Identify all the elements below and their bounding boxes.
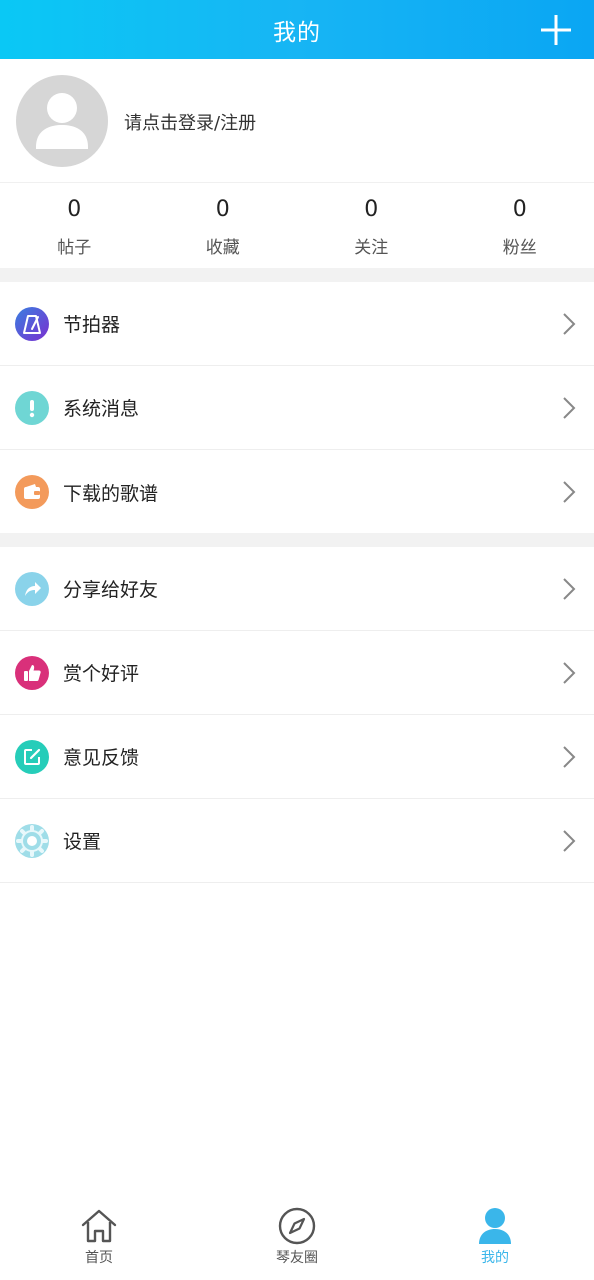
menu-item-system-messages[interactable]: 系统消息 [0, 366, 594, 450]
menu-item-rate[interactable]: 赏个好评 [0, 631, 594, 715]
menu-item-label: 下载的歌谱 [63, 482, 159, 505]
chevron-right-icon [563, 397, 576, 419]
menu-item-label: 意见反馈 [63, 747, 140, 769]
home-icon [81, 1209, 117, 1243]
stat-value: 0 [67, 197, 82, 222]
menu-item-label: 设置 [63, 831, 102, 853]
stat-value: 0 [512, 197, 527, 222]
tab-home[interactable]: 首页 [0, 1196, 198, 1280]
tab-label: 我的 [481, 1250, 509, 1266]
thumbs-up-icon [15, 655, 49, 690]
section-divider [0, 268, 594, 282]
tab-mine[interactable]: 我的 [396, 1196, 594, 1280]
profile-section[interactable]: 请点击登录/注册 [0, 59, 594, 183]
compass-icon [278, 1207, 316, 1245]
user-avatar-icon [36, 93, 88, 149]
stat-posts[interactable]: 0 帖子 [0, 183, 149, 268]
tab-circle[interactable]: 琴友圈 [198, 1196, 396, 1280]
tab-label: 首页 [85, 1250, 113, 1266]
plus-icon [541, 15, 571, 45]
stat-following[interactable]: 0 关注 [297, 183, 446, 268]
menu-item-label: 赏个好评 [63, 663, 140, 685]
stat-label: 帖子 [57, 238, 92, 258]
stat-value: 0 [215, 197, 230, 222]
metronome-icon [15, 306, 49, 341]
gear-icon [15, 823, 49, 858]
menu-item-settings[interactable]: 设置 [0, 799, 594, 883]
stat-fans[interactable]: 0 粉丝 [446, 183, 594, 268]
add-button[interactable] [538, 12, 574, 48]
tab-label: 琴友圈 [276, 1250, 318, 1266]
menu-item-label: 分享给好友 [63, 579, 159, 601]
top-bar: 我的 [0, 0, 594, 59]
chevron-right-icon [563, 313, 576, 335]
stat-label: 粉丝 [502, 238, 537, 258]
stat-value: 0 [364, 197, 379, 222]
wallet-icon [15, 475, 49, 509]
menu-item-label: 系统消息 [63, 398, 140, 420]
edit-icon [15, 739, 49, 774]
stats-row: 0 帖子 0 收藏 0 关注 0 粉丝 [0, 183, 594, 268]
menu-group-tools: 节拍器 系统消息 下载的歌谱 [0, 282, 594, 534]
chevron-right-icon [563, 481, 576, 503]
exclamation-icon [15, 390, 49, 425]
menu-item-label: 节拍器 [63, 314, 121, 336]
page-title: 我的 [273, 19, 321, 46]
menu-item-feedback[interactable]: 意见反馈 [0, 715, 594, 799]
user-icon [479, 1208, 511, 1244]
stat-favorites[interactable]: 0 收藏 [149, 183, 298, 268]
share-arrow-icon [15, 571, 49, 606]
avatar[interactable] [16, 75, 108, 167]
menu-item-metronome[interactable]: 节拍器 [0, 282, 594, 366]
menu-item-downloaded-scores[interactable]: 下载的歌谱 [0, 450, 594, 534]
menu-group-more: 分享给好友 赏个好评 意见反馈 设置 [0, 547, 594, 883]
stat-label: 关注 [354, 238, 389, 258]
chevron-right-icon [563, 746, 576, 768]
chevron-right-icon [563, 830, 576, 852]
menu-item-share[interactable]: 分享给好友 [0, 547, 594, 631]
login-register-link[interactable]: 请点击登录/注册 [124, 109, 256, 135]
section-divider [0, 533, 594, 547]
stat-label: 收藏 [205, 238, 240, 258]
chevron-right-icon [563, 578, 576, 600]
chevron-right-icon [563, 662, 576, 684]
bottom-tab-bar: 首页 琴友圈 我的 [0, 1196, 594, 1280]
